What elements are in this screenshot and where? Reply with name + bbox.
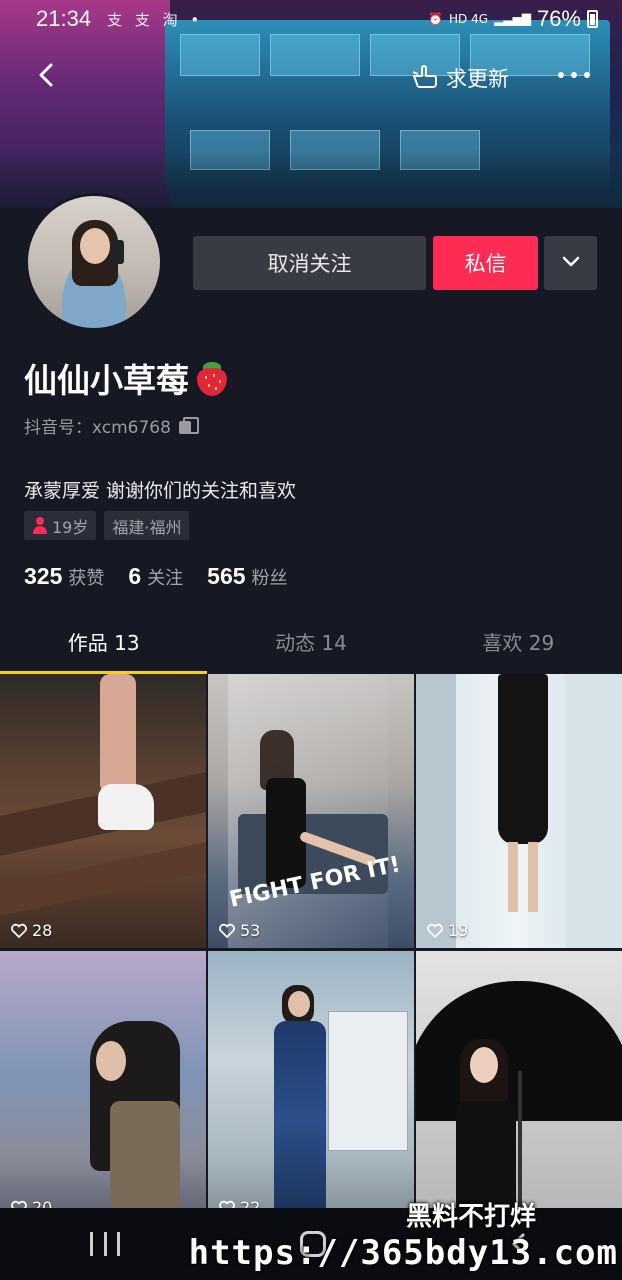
stat-likes-label: 获赞 xyxy=(68,568,105,589)
watermark-line-1: 黑料不打烊 xyxy=(405,1202,536,1232)
heart-icon xyxy=(11,923,27,938)
location-tag: 福建·福州 xyxy=(104,511,190,540)
like-count: 28 xyxy=(10,921,52,940)
douyin-id-text: 抖音号：xcm6768 xyxy=(24,418,171,438)
back-arrow-icon[interactable] xyxy=(34,62,60,88)
avatar[interactable] xyxy=(25,193,163,331)
recommend-dropdown-button[interactable] xyxy=(544,236,597,290)
battery-percent: 76% xyxy=(536,6,581,31)
strawberry-icon xyxy=(195,360,229,396)
profile-tags: 19岁 福建·福州 xyxy=(24,511,190,540)
stat-following-value: 6 xyxy=(128,563,142,589)
more-dots-icon[interactable] xyxy=(558,62,590,88)
heart-icon xyxy=(427,923,443,938)
nickname: 仙仙小草莓 xyxy=(24,354,229,402)
tab-moments[interactable]: 动态 14 xyxy=(207,618,414,672)
stat-followers[interactable]: 565 粉丝 xyxy=(207,563,287,590)
chevron-down-icon xyxy=(560,250,582,277)
request-update-label: 求更新 xyxy=(446,66,509,91)
status-app-icons: 支 支 淘 • xyxy=(107,10,204,29)
signal-icon: ▂▃▅▇ xyxy=(494,12,531,26)
video-grid: 28 FIGHT FOR IT! 53 19 20 xyxy=(0,674,622,1225)
stat-followers-label: 粉丝 xyxy=(251,568,288,589)
status-bar: 21:34 支 支 淘 • ⏰ HD 4G ▂▃▅▇ 76% xyxy=(0,0,622,38)
alarm-icon: ⏰ xyxy=(428,12,444,26)
tab-likes[interactable]: 喜欢 29 xyxy=(415,618,622,672)
message-button[interactable]: 私信 xyxy=(433,236,538,290)
nickname-text: 仙仙小草莓 xyxy=(24,361,189,400)
copy-icon[interactable] xyxy=(178,416,199,435)
video-thumbnail[interactable]: 20 xyxy=(0,951,206,1225)
bio: 承蒙厚爱 谢谢你们的关注和喜欢 xyxy=(24,480,297,502)
stat-followers-value: 565 xyxy=(207,563,246,589)
like-count: 19 xyxy=(426,921,468,940)
battery-icon xyxy=(587,10,598,28)
video-thumbnail[interactable]: 19 xyxy=(416,674,622,948)
video-thumbnail[interactable]: 28 xyxy=(0,674,206,948)
female-icon xyxy=(32,517,48,534)
stat-following-label: 关注 xyxy=(147,568,184,589)
video-thumbnail[interactable]: FIGHT FOR IT! 53 xyxy=(208,674,414,948)
watermark-line-2: https://365bdy13.com xyxy=(188,1233,618,1273)
top-nav: 求更新 xyxy=(0,50,622,102)
video-thumbnail[interactable]: 22 xyxy=(208,951,414,1225)
status-time: 21:34 xyxy=(36,6,92,31)
stat-following[interactable]: 6 关注 xyxy=(128,563,183,590)
location-tag-label: 福建·福州 xyxy=(112,517,182,537)
video-thumbnail[interactable] xyxy=(416,951,622,1225)
heart-icon xyxy=(219,923,235,938)
pointing-hand-icon xyxy=(410,60,440,95)
stat-likes-value: 325 xyxy=(24,563,63,589)
network-indicator: HD 4G xyxy=(449,12,489,26)
recent-apps-icon[interactable] xyxy=(90,1232,120,1256)
profile-tabs: 作品 13 动态 14 喜欢 29 xyxy=(0,618,622,674)
age-tag: 19岁 xyxy=(24,511,97,540)
unfollow-button[interactable]: 取消关注 xyxy=(193,236,426,290)
watermark: 黑料不打烊 https://365bdy13.com xyxy=(189,1196,618,1273)
tab-works[interactable]: 作品 13 xyxy=(0,618,208,674)
like-count: 53 xyxy=(218,921,260,940)
douyin-id: 抖音号：xcm6768 xyxy=(24,413,199,438)
stat-likes: 325 获赞 xyxy=(24,563,104,590)
age-tag-label: 19岁 xyxy=(52,517,89,537)
profile-stats: 325 获赞 6 关注 565 粉丝 xyxy=(24,563,312,590)
request-update-button[interactable]: 求更新 xyxy=(410,60,509,95)
